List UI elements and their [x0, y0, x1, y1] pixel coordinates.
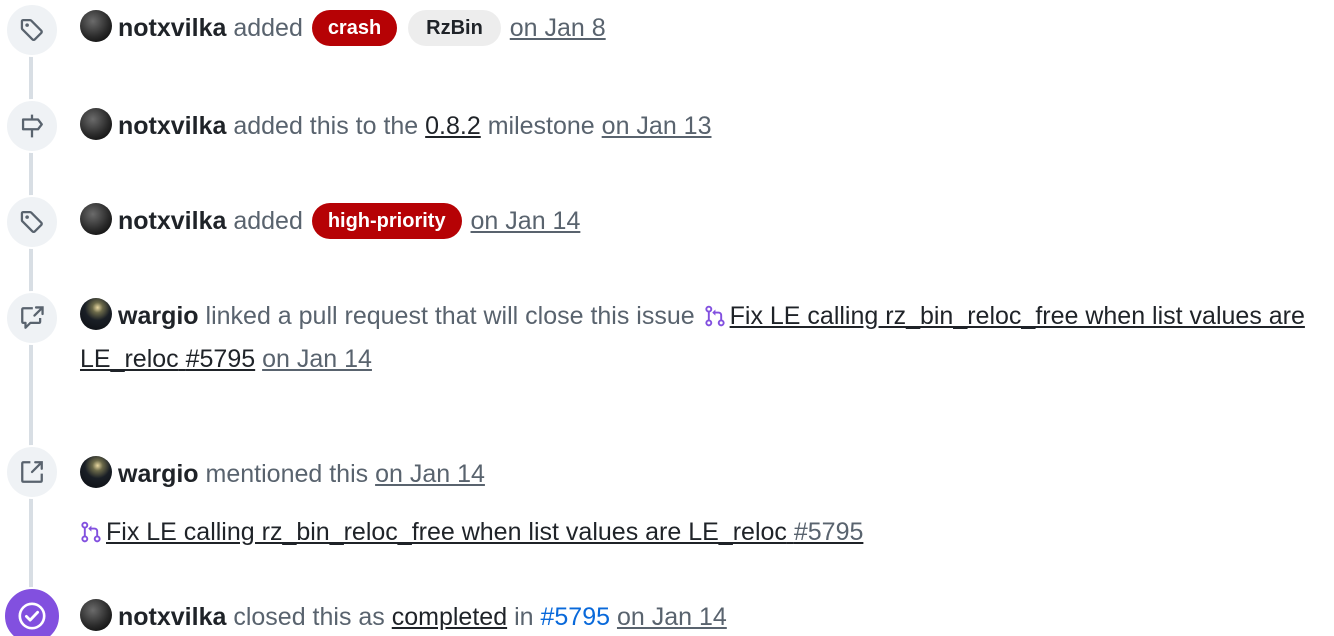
mentioned-reference: Fix LE calling rz_bin_reloc_free when li…	[80, 512, 1322, 555]
event-action: mentioned this	[205, 460, 369, 488]
author-link[interactable]: notxvilka	[118, 112, 226, 140]
event-timestamp[interactable]: on Jan 14	[375, 460, 485, 488]
event-action-in: in	[514, 603, 534, 631]
avatar[interactable]	[80, 203, 112, 235]
label-high-priority[interactable]: high-priority	[311, 203, 462, 239]
author-link[interactable]: wargio	[118, 302, 199, 330]
avatar[interactable]	[80, 108, 112, 140]
label-rzbin[interactable]: RzBin	[408, 10, 501, 46]
milestone-link[interactable]: 0.8.2	[425, 112, 481, 140]
tag-icon	[5, 3, 59, 57]
avatar[interactable]	[80, 298, 112, 330]
reference-link[interactable]: Fix LE calling rz_bin_reloc_free when li…	[106, 518, 863, 546]
timeline-event-label-added: notxvilka added high-priority on Jan 14	[80, 201, 1322, 241]
reference-title: Fix LE calling rz_bin_reloc_free when li…	[106, 518, 787, 546]
event-action: added this to the	[233, 112, 419, 140]
cross-reference-icon	[5, 291, 59, 345]
author-link[interactable]: notxvilka	[118, 603, 226, 631]
event-timestamp[interactable]: on Jan 14	[262, 345, 372, 373]
event-action: added	[233, 14, 303, 42]
avatar[interactable]	[80, 599, 112, 631]
event-action: added	[233, 207, 303, 235]
issue-timeline: notxvilka added crash RzBin on Jan 8 not…	[0, 0, 1334, 636]
reference-number: #5795	[793, 518, 864, 546]
event-action: linked a pull request that will close th…	[205, 302, 695, 330]
event-timestamp[interactable]: on Jan 13	[602, 112, 712, 140]
tag-icon	[5, 195, 59, 249]
event-action-suffix: milestone	[487, 112, 595, 140]
git-pull-request-icon	[704, 299, 726, 339]
milestone-icon	[5, 99, 59, 153]
label-crash[interactable]: crash	[311, 10, 398, 46]
avatar[interactable]	[80, 10, 112, 42]
event-timestamp[interactable]: on Jan 14	[471, 207, 581, 235]
timeline-event-closed: notxvilka closed this as completed in #5…	[80, 597, 1322, 636]
avatar[interactable]	[80, 456, 112, 488]
closing-pr-link[interactable]: #5795	[540, 603, 610, 631]
author-link[interactable]: notxvilka	[118, 14, 226, 42]
event-timestamp[interactable]: on Jan 8	[510, 14, 606, 42]
timeline-event-milestone: notxvilka added this to the 0.8.2 milest…	[80, 106, 1322, 146]
timeline-event-mentioned: wargio mentioned this on Jan 14	[80, 454, 1322, 494]
check-circle-icon	[3, 587, 61, 636]
state-completed-link[interactable]: completed	[392, 603, 507, 631]
author-link[interactable]: wargio	[118, 460, 199, 488]
git-pull-request-icon	[80, 515, 102, 555]
event-timestamp[interactable]: on Jan 14	[617, 603, 727, 631]
timeline-event-labels-added: notxvilka added crash RzBin on Jan 8	[80, 8, 1322, 48]
link-external-icon	[5, 445, 59, 499]
timeline-event-linked-pr: wargio linked a pull request that will c…	[80, 296, 1322, 379]
pr-number: #5795	[185, 345, 256, 373]
event-action: closed this as	[233, 603, 385, 631]
author-link[interactable]: notxvilka	[118, 207, 226, 235]
